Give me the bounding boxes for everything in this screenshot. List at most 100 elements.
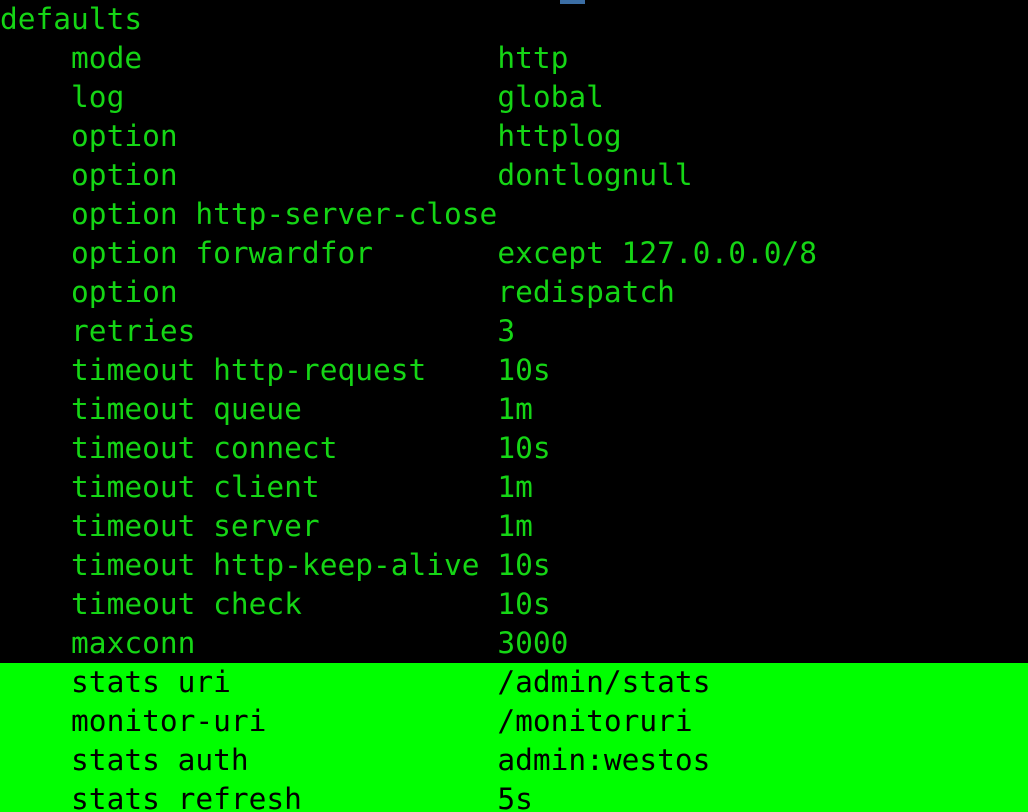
config-directive: timeout http-request [71,353,427,387]
config-value: httplog [497,119,622,153]
config-line-highlighted: monitor-uri /monitoruri [0,702,1028,741]
column-padding [178,275,498,309]
config-value: except 127.0.0.0/8 [497,236,818,270]
config-line: option http-server-close [0,195,1028,234]
column-padding [373,236,497,270]
config-line: timeout http-keep-alive 10s [0,546,1028,585]
config-value: global [497,80,604,114]
config-directive: option [71,158,178,192]
config-directive: option [71,275,178,309]
config-directive: mode [71,41,143,75]
column-padding [320,470,498,504]
column-padding [195,314,497,348]
config-value: 10s [497,587,551,621]
config-line: mode http [0,39,1028,78]
config-directive: defaults [0,2,143,36]
config-directive: timeout server [71,509,320,543]
config-line-highlighted: stats auth admin:westos [0,741,1028,780]
config-line: timeout check 10s [0,585,1028,624]
config-line: maxconn 3000 [0,624,1028,663]
config-line: timeout http-request 10s [0,351,1028,390]
config-value: 10s [497,431,551,465]
column-padding [302,782,497,812]
config-directive: maxconn [71,626,196,660]
config-line: timeout server 1m [0,507,1028,546]
config-directive: timeout http-keep-alive [71,548,480,582]
config-line: timeout queue 1m [0,390,1028,429]
column-padding [337,431,497,465]
config-directive: option forwardfor [71,236,373,270]
config-line: option forwardfor except 127.0.0.0/8 [0,234,1028,273]
config-value: 3 [497,314,516,348]
config-directive: stats uri [71,665,231,699]
config-line-highlighted: stats uri /admin/stats [0,663,1028,702]
column-padding [302,392,497,426]
terminal-window[interactable]: defaults mode http log global option htt… [0,0,1028,812]
config-line: timeout client 1m [0,468,1028,507]
config-directive: retries [71,314,196,348]
column-padding [302,587,497,621]
terminal-text-buffer: defaults mode http log global option htt… [0,0,1028,812]
column-padding [266,704,497,738]
config-value: http [497,41,569,75]
config-value: dontlognull [497,158,693,192]
config-value: 1m [497,509,533,543]
config-line: option httplog [0,117,1028,156]
column-padding [195,626,497,660]
column-padding [320,509,498,543]
config-value: 3000 [497,626,569,660]
config-value: admin:westos [497,743,711,777]
config-line: defaults [0,0,1028,39]
config-line: timeout connect 10s [0,429,1028,468]
config-value: 10s [497,548,551,582]
config-value: 10s [497,353,551,387]
column-padding [178,158,498,192]
column-padding [142,41,497,75]
config-line-highlighted: stats refresh 5s [0,780,1028,812]
config-directive: stats auth [71,743,249,777]
config-value: 1m [497,392,533,426]
config-line: log global [0,78,1028,117]
config-value: redispatch [497,275,675,309]
config-directive: stats refresh [71,782,302,812]
column-padding [231,665,497,699]
config-value: 5s [497,782,533,812]
config-directive: timeout client [71,470,320,504]
column-padding [426,353,497,387]
config-line: retries 3 [0,312,1028,351]
config-line: option dontlognull [0,156,1028,195]
config-directive: option [71,119,178,153]
config-directive: option http-server-close [71,197,498,231]
config-directive: timeout queue [71,392,302,426]
config-directive: timeout connect [71,431,338,465]
config-directive: monitor-uri [71,704,267,738]
config-value: /admin/stats [497,665,711,699]
column-padding [124,80,497,114]
column-padding [249,743,498,777]
config-line: option redispatch [0,273,1028,312]
column-padding [480,548,498,582]
config-value: 1m [497,470,533,504]
column-padding [178,119,498,153]
config-value: /monitoruri [497,704,693,738]
